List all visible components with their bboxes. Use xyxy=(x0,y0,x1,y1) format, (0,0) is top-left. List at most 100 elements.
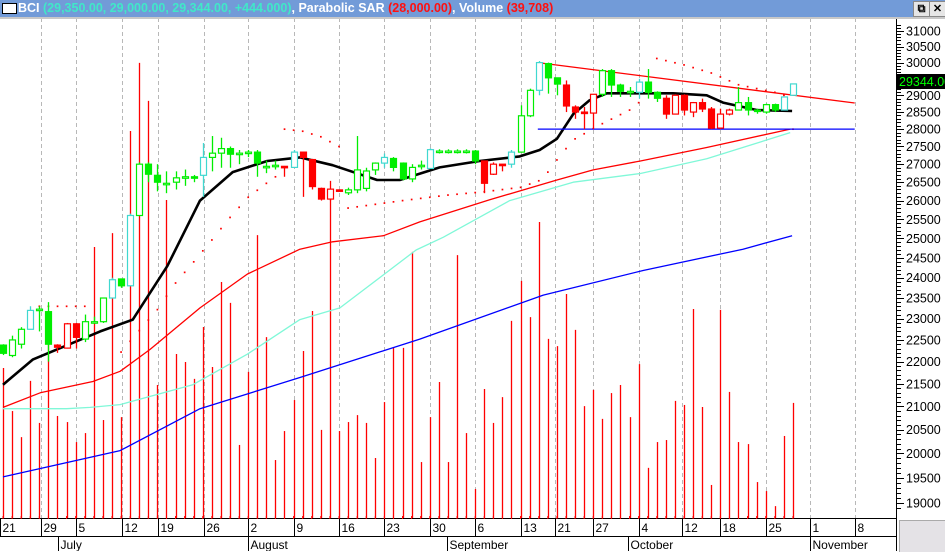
candle xyxy=(0,344,8,356)
candle-body xyxy=(453,150,462,154)
sar-dot xyxy=(247,196,250,199)
price-label: 29000 xyxy=(906,89,941,103)
candle-body xyxy=(598,70,607,95)
sar-dot xyxy=(401,199,404,202)
sar-dot xyxy=(619,113,622,116)
separator: , xyxy=(452,1,459,15)
candle-body xyxy=(580,111,589,115)
price-label: 28500 xyxy=(906,106,941,120)
candle-body xyxy=(780,96,789,111)
grid-lines xyxy=(41,18,856,518)
candle-body xyxy=(199,156,208,176)
candle-body xyxy=(544,62,553,79)
candle xyxy=(635,78,644,99)
candle-body xyxy=(471,150,480,162)
candle xyxy=(762,103,771,114)
candle-body xyxy=(671,94,680,115)
sar-dot xyxy=(256,189,259,192)
candle-body xyxy=(644,81,653,93)
date-label: 12 xyxy=(125,521,139,535)
candle xyxy=(698,98,707,113)
candle xyxy=(662,95,671,119)
candle-body xyxy=(35,308,44,312)
candle xyxy=(426,148,435,170)
candle xyxy=(235,150,244,165)
candle xyxy=(571,105,580,119)
price-chart[interactable]: 3100030500300002950029000285002800027500… xyxy=(0,0,945,551)
sar-dot xyxy=(165,295,168,298)
sar-dot xyxy=(783,94,785,97)
axis-corner xyxy=(899,520,945,552)
date-label: 2 xyxy=(251,521,258,535)
candle xyxy=(63,322,72,349)
candle xyxy=(408,164,417,183)
candle xyxy=(99,297,108,323)
sar-dot xyxy=(274,175,277,178)
sar-dot xyxy=(347,207,349,209)
candle xyxy=(162,171,171,194)
candle xyxy=(344,187,353,196)
price-label: 27000 xyxy=(906,158,941,172)
sar-dot xyxy=(56,305,59,308)
sar-dot xyxy=(338,145,340,148)
candle xyxy=(780,96,789,111)
close-icon: ✕ xyxy=(932,3,943,15)
candle xyxy=(480,160,489,194)
current-price-label: 29344.00 xyxy=(899,75,945,89)
sar-dot xyxy=(737,83,740,86)
sar-dot xyxy=(392,200,395,203)
candle xyxy=(498,163,507,172)
candle-body xyxy=(0,344,8,354)
window-menu-icon[interactable] xyxy=(2,3,17,14)
sar-dot xyxy=(583,132,586,135)
candle xyxy=(789,83,798,96)
sar-dot xyxy=(301,130,304,133)
candle xyxy=(353,136,362,194)
price-axis[interactable]: 3100030500300002950029000285002800027500… xyxy=(896,18,941,551)
price-label: 25000 xyxy=(906,232,941,246)
sar-dot xyxy=(655,57,658,60)
sar-value: (28,000.00) xyxy=(388,1,453,15)
candle xyxy=(244,150,253,158)
sar-dot xyxy=(556,159,558,161)
candle xyxy=(734,87,743,111)
candle xyxy=(8,335,17,358)
candle xyxy=(226,146,235,168)
candle-body xyxy=(362,170,371,190)
candle-body xyxy=(408,166,417,180)
candle xyxy=(81,314,90,343)
ohlc-values: (29,350.00, 29,000.00, 29,344.00, +444.0… xyxy=(43,1,292,15)
close-button[interactable]: ✕ xyxy=(929,1,945,17)
chart-title-bar[interactable]: BCI (29,350.00, 29,000.00, 29,344.00, +4… xyxy=(0,0,945,19)
candle-body xyxy=(426,149,435,170)
candle-body xyxy=(271,164,280,168)
sar-dot xyxy=(174,282,177,284)
candle-body xyxy=(507,151,516,165)
ma-black-line xyxy=(2,92,793,386)
candle-body xyxy=(762,104,771,113)
candle xyxy=(453,149,462,154)
month-label: August xyxy=(251,538,289,551)
sar-dot xyxy=(320,135,322,138)
candle-body xyxy=(244,151,253,155)
price-label: 22000 xyxy=(906,355,941,369)
date-label: 8 xyxy=(858,521,865,535)
restore-icon: ⧉ xyxy=(917,3,926,15)
candle xyxy=(526,88,535,118)
date-axis[interactable]: 21 29 5 12 19 26 2 9 16 23 30 6 13 21 27 4 12 18 25 1 8July A… xyxy=(0,516,896,551)
candle xyxy=(616,83,625,97)
candle-body xyxy=(417,164,426,168)
price-label: 24000 xyxy=(906,271,941,285)
candle xyxy=(72,322,81,349)
candle-body xyxy=(535,62,544,91)
sar-dot xyxy=(510,187,513,190)
price-label: 20000 xyxy=(906,447,941,461)
sar-dot xyxy=(138,329,141,332)
price-label: 27500 xyxy=(906,140,941,154)
candle xyxy=(389,157,398,172)
candle-body xyxy=(144,163,153,175)
candle-body xyxy=(725,109,734,115)
restore-button[interactable]: ⧉ xyxy=(913,1,930,17)
sar-dot xyxy=(683,64,685,66)
candle-body xyxy=(181,176,190,179)
